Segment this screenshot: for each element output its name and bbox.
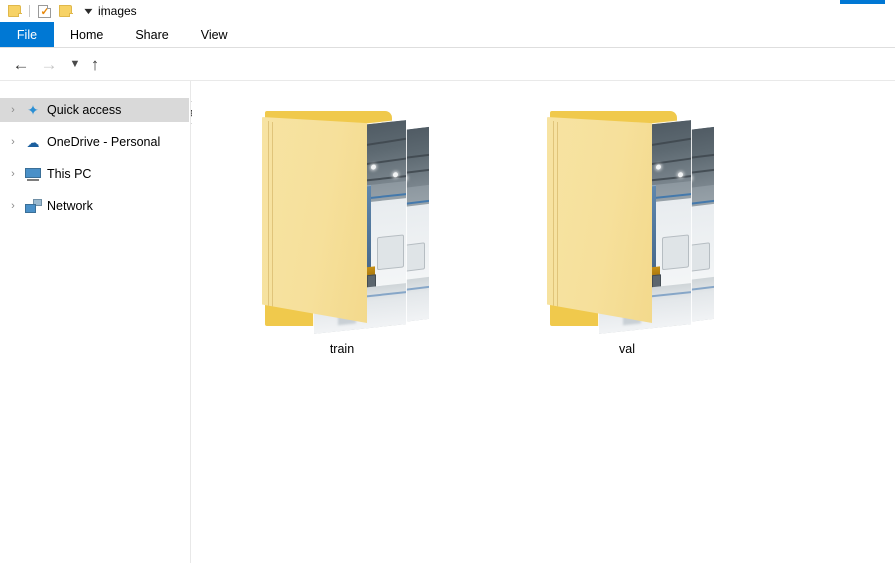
file-list-pane[interactable]: df: [192, 81, 895, 563]
forward-button-icon[interactable]: →: [38, 53, 60, 75]
navigation-pane: › ✦ Quick access › ☁ OneDrive - Personal…: [0, 81, 191, 563]
recent-locations-chevron-icon[interactable]: ▼: [64, 53, 86, 75]
back-button-icon[interactable]: ←: [10, 53, 32, 75]
sidebar-item-label: OneDrive - Personal: [47, 135, 161, 149]
properties-glyph: ✓: [37, 4, 51, 18]
new-folder-glyph: [59, 5, 73, 17]
file-explorer-window: ✓ ▼ images File Home Share View ← → ▼ ↑ …: [0, 0, 895, 563]
tab-file[interactable]: File: [0, 22, 54, 47]
navigation-bar: ← → ▼ ↑ › train_data › images: [0, 48, 895, 124]
folder-front-flap: [547, 117, 652, 323]
sidebar-item-quick-access[interactable]: › ✦ Quick access: [0, 98, 189, 122]
chevron-right-icon[interactable]: ›: [4, 136, 22, 148]
new-folder-icon[interactable]: [55, 2, 77, 20]
sidebar-item-label: This PC: [47, 167, 92, 181]
chevron-right-icon[interactable]: ›: [4, 104, 22, 116]
folder-thumbnail: df: [257, 103, 432, 335]
network-icon: [22, 197, 44, 215]
quick-access-toolbar: ✓ ▼: [4, 2, 106, 20]
sidebar-item-this-pc[interactable]: › This PC: [0, 162, 190, 186]
folder-icon[interactable]: [4, 2, 26, 20]
up-button-icon[interactable]: ↑: [84, 53, 106, 75]
sidebar-item-onedrive[interactable]: › ☁ OneDrive - Personal: [0, 130, 190, 154]
folder-glyph: [8, 5, 22, 17]
folder-properties-icon[interactable]: ✓: [33, 2, 55, 20]
cloud-icon: ☁: [26, 134, 40, 150]
folder-label: val: [619, 342, 635, 356]
tab-share[interactable]: Share: [119, 22, 184, 47]
folder-thumbnail: df: [542, 103, 717, 335]
ribbon-tab-bar: File Home Share View: [0, 22, 895, 48]
sidebar-item-label: Network: [47, 199, 93, 213]
toolbar-divider: [29, 5, 30, 17]
chevron-right-icon[interactable]: ›: [4, 168, 22, 180]
window-title: images: [98, 4, 137, 18]
customize-chevron-icon[interactable]: ▼: [77, 2, 99, 20]
tab-view[interactable]: View: [185, 22, 244, 47]
sidebar-item-label: Quick access: [47, 103, 122, 117]
tab-home[interactable]: Home: [54, 22, 119, 47]
window-accent-strip: [840, 0, 885, 4]
monitor-icon: [22, 165, 44, 183]
star-icon: ✦: [27, 102, 39, 118]
chevron-right-icon[interactable]: ›: [4, 200, 22, 212]
sidebar-item-network[interactable]: › Network: [0, 194, 190, 218]
folder-label: train: [329, 342, 355, 356]
title-bar: ✓ ▼ images: [0, 0, 895, 22]
folder-front-flap: [262, 117, 367, 323]
